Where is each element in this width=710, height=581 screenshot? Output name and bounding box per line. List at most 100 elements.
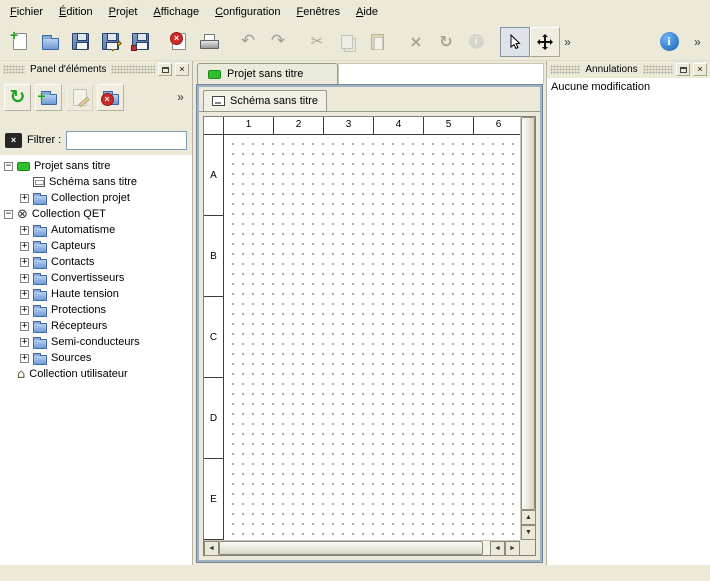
qet-collection-icon: ⊗	[17, 208, 28, 221]
tree-item-protections[interactable]: + Protections	[0, 302, 192, 318]
expand-expander-icon[interactable]: +	[20, 274, 29, 283]
save-all-button[interactable]	[125, 27, 155, 57]
row-label: B	[204, 216, 223, 297]
cut-button[interactable]: ✂	[302, 27, 332, 57]
expand-expander-icon[interactable]: +	[20, 242, 29, 251]
toolbar-overflow-button[interactable]: »	[560, 28, 575, 56]
tree-item-contacts[interactable]: + Contacts	[0, 254, 192, 270]
paste-button[interactable]	[362, 27, 392, 57]
horizontal-scrollbar-thumb[interactable]	[219, 541, 483, 555]
column-label: 2	[274, 117, 324, 134]
expand-expander-icon[interactable]: +	[20, 290, 29, 299]
edit-element-button[interactable]	[66, 84, 93, 111]
undo-button[interactable]: ↶	[233, 27, 263, 57]
schema-tab[interactable]: Schéma sans titre	[203, 90, 327, 111]
tree-item-schema[interactable]: Schéma sans titre	[0, 174, 192, 190]
info-button[interactable]: i	[461, 27, 491, 57]
scroll-right-button[interactable]: ►	[505, 541, 520, 556]
save-as-button[interactable]	[95, 27, 125, 57]
save-button[interactable]	[65, 27, 95, 57]
expand-expander-icon[interactable]: +	[20, 194, 29, 203]
tree-item-label: Semi-conducteurs	[51, 336, 140, 348]
scrollbar-corner	[520, 540, 535, 555]
menu-edition[interactable]: Édition	[51, 3, 101, 21]
menu-fenetres[interactable]: Fenêtres	[289, 3, 348, 21]
rotate-button[interactable]: ↻	[431, 27, 461, 57]
diagram-canvas[interactable]	[224, 135, 520, 540]
home-icon: ⌂	[17, 368, 25, 381]
tree-item-capteurs[interactable]: + Capteurs	[0, 238, 192, 254]
row-label: A	[204, 135, 223, 216]
collapse-expander-icon[interactable]: −	[4, 162, 13, 171]
menu-projet[interactable]: Projet	[101, 3, 146, 21]
tree-item-automatisme[interactable]: + Automatisme	[0, 222, 192, 238]
copy-button[interactable]	[332, 27, 362, 57]
float-panel-button[interactable]	[676, 63, 690, 76]
elements-panel-header[interactable]: Panel d'éléments ×	[0, 61, 192, 78]
project-tab[interactable]: Projet sans titre	[197, 63, 338, 84]
tree-item-haute-tension[interactable]: + Haute tension	[0, 286, 192, 302]
save-all-icon	[132, 33, 149, 50]
schema-icon	[33, 177, 45, 187]
close-panel-button[interactable]: ×	[175, 63, 189, 76]
horizontal-scrollbar[interactable]: ◄ ◄ ►	[204, 540, 520, 555]
tree-item-label: Collection utilisateur	[29, 368, 127, 380]
scroll-up-button[interactable]: ▲	[521, 510, 536, 525]
tree-item-project[interactable]: − Projet sans titre	[0, 158, 192, 174]
filter-input[interactable]	[66, 131, 187, 150]
project-icon	[17, 162, 30, 171]
plus-badge: +	[10, 28, 18, 42]
about-button[interactable]: i	[654, 27, 684, 57]
open-document-button[interactable]	[35, 27, 65, 57]
arrow-up-icon: ▲	[525, 514, 532, 521]
status-bar	[0, 565, 710, 581]
expand-expander-icon[interactable]: +	[20, 226, 29, 235]
folder-icon	[33, 227, 47, 237]
mdi-area: Projet sans titre Schéma sans titre 1	[193, 61, 546, 565]
scroll-left-button-2[interactable]: ◄	[490, 541, 505, 556]
scroll-down-button[interactable]: ▼	[521, 525, 536, 540]
new-document-button[interactable]: +	[5, 27, 35, 57]
open-folder-icon	[42, 38, 59, 50]
new-element-button[interactable]: +	[35, 84, 62, 111]
column-ruler: 1 2 3 4 5 6	[224, 117, 520, 135]
vertical-scrollbar[interactable]: ▲ ▼	[520, 117, 535, 540]
expand-expander-icon[interactable]: +	[20, 322, 29, 331]
elements-panel: Panel d'éléments × ↻ + × »	[0, 61, 193, 565]
collapse-expander-icon[interactable]: −	[4, 210, 13, 219]
menu-bar: Fichier Édition Projet Affichage Configu…	[0, 0, 710, 23]
tree-item-convertisseurs[interactable]: + Convertisseurs	[0, 270, 192, 286]
delete-element-button[interactable]: ×	[97, 84, 124, 111]
reload-collections-button[interactable]: ↻	[4, 84, 31, 111]
scroll-left-button[interactable]: ◄	[204, 541, 219, 556]
delete-button[interactable]: ×	[401, 27, 431, 57]
expand-expander-icon[interactable]: +	[20, 306, 29, 315]
tree-item-collection-projet[interactable]: + Collection projet	[0, 190, 192, 206]
expand-expander-icon[interactable]: +	[20, 354, 29, 363]
toolbar-overflow-button-2[interactable]: »	[690, 28, 705, 56]
undo-history-list: Aucune modification	[547, 78, 710, 565]
menu-aide[interactable]: Aide	[348, 3, 386, 21]
vertical-scrollbar-thumb[interactable]	[521, 117, 535, 510]
tree-item-collection-utilisateur[interactable]: ⌂ Collection utilisateur	[0, 366, 192, 382]
tree-item-semi-conducteurs[interactable]: + Semi-conducteurs	[0, 334, 192, 350]
panel-overflow-button[interactable]: »	[173, 83, 188, 111]
undo-panel-title: Annulations	[583, 64, 639, 75]
menu-fichier[interactable]: Fichier	[2, 3, 51, 21]
expand-expander-icon[interactable]: +	[20, 258, 29, 267]
close-document-button[interactable]: ×	[164, 27, 194, 57]
undo-panel-header[interactable]: Annulations ×	[547, 61, 710, 78]
tree-item-sources[interactable]: + Sources	[0, 350, 192, 366]
close-panel-button[interactable]: ×	[693, 63, 707, 76]
float-panel-button[interactable]	[158, 63, 172, 76]
select-tool-button[interactable]	[500, 27, 530, 57]
print-button[interactable]	[194, 27, 224, 57]
redo-button[interactable]: ↷	[263, 27, 293, 57]
tree-item-collection-qet[interactable]: − ⊗ Collection QET	[0, 206, 192, 222]
tree-item-recepteurs[interactable]: + Récepteurs	[0, 318, 192, 334]
move-tool-button[interactable]	[530, 27, 560, 57]
menu-configuration[interactable]: Configuration	[207, 3, 288, 21]
expand-expander-icon[interactable]: +	[20, 338, 29, 347]
filter-clear-button[interactable]: ×	[5, 133, 22, 148]
menu-affichage[interactable]: Affichage	[145, 3, 207, 21]
